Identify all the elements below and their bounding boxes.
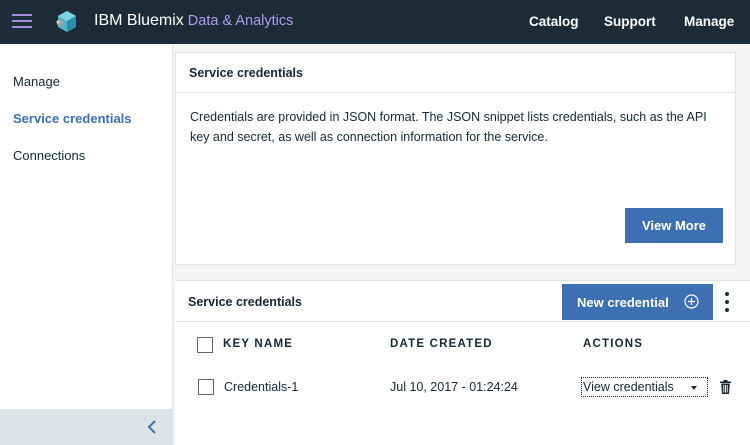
panel-header: Service credentials New credential xyxy=(175,281,750,322)
bluemix-logo-icon xyxy=(56,11,76,32)
overflow-menu-icon[interactable] xyxy=(724,292,730,312)
brand-name: IBM Bluemix xyxy=(94,12,184,29)
key-name-cell: Credentials-1 xyxy=(224,380,299,394)
panel-description: Credentials are provided in JSON format.… xyxy=(190,110,707,144)
sidebar-item-connections[interactable]: Connections xyxy=(13,148,85,163)
sidebar-item-manage[interactable]: Manage xyxy=(13,74,60,89)
credentials-table-panel: Service credentials New credential KEY N… xyxy=(175,280,750,445)
hamburger-menu-icon[interactable] xyxy=(12,14,32,29)
top-navigation-bar: IBM Bluemix Data & Analytics Catalog Supp… xyxy=(0,0,750,44)
row-checkbox[interactable] xyxy=(198,379,214,395)
panel-header: Service credentials xyxy=(176,53,735,93)
brand-subtitle: Data & Analytics xyxy=(187,13,294,29)
new-credential-button[interactable]: New credential xyxy=(562,284,713,320)
select-all-checkbox[interactable] xyxy=(197,337,213,353)
view-more-button[interactable]: View More xyxy=(625,208,723,243)
app-brand[interactable]: IBM Bluemix Data & Analytics xyxy=(94,12,293,30)
panel-title: Service credentials xyxy=(189,66,303,80)
actions-dropdown[interactable]: View credentials xyxy=(581,377,708,397)
sidebar-item-service-credentials[interactable]: Service credentials xyxy=(13,111,132,126)
actions-dropdown-value: View credentials xyxy=(583,380,674,394)
nav-manage[interactable]: Manage xyxy=(684,14,734,29)
new-credential-label: New credential xyxy=(577,294,669,310)
nav-catalog[interactable]: Catalog xyxy=(529,14,579,29)
service-credentials-info-panel: Service credentials Credentials are prov… xyxy=(175,52,736,265)
panel-title: Service credentials xyxy=(188,295,302,309)
column-header-key-name[interactable]: KEY NAME xyxy=(223,338,293,350)
nav-support[interactable]: Support xyxy=(604,14,656,29)
chevron-left-icon xyxy=(147,420,156,434)
date-created-cell: Jul 10, 2017 - 01:24:24 xyxy=(390,380,518,394)
sidebar: Manage Service credentials Connections xyxy=(0,44,173,445)
add-circle-icon xyxy=(684,294,699,309)
chevron-down-icon xyxy=(691,386,697,390)
sidebar-collapse-button[interactable] xyxy=(0,409,173,445)
trash-icon[interactable] xyxy=(720,380,731,394)
column-header-actions: ACTIONS xyxy=(583,338,644,350)
column-header-date-created[interactable]: DATE CREATED xyxy=(390,338,493,350)
